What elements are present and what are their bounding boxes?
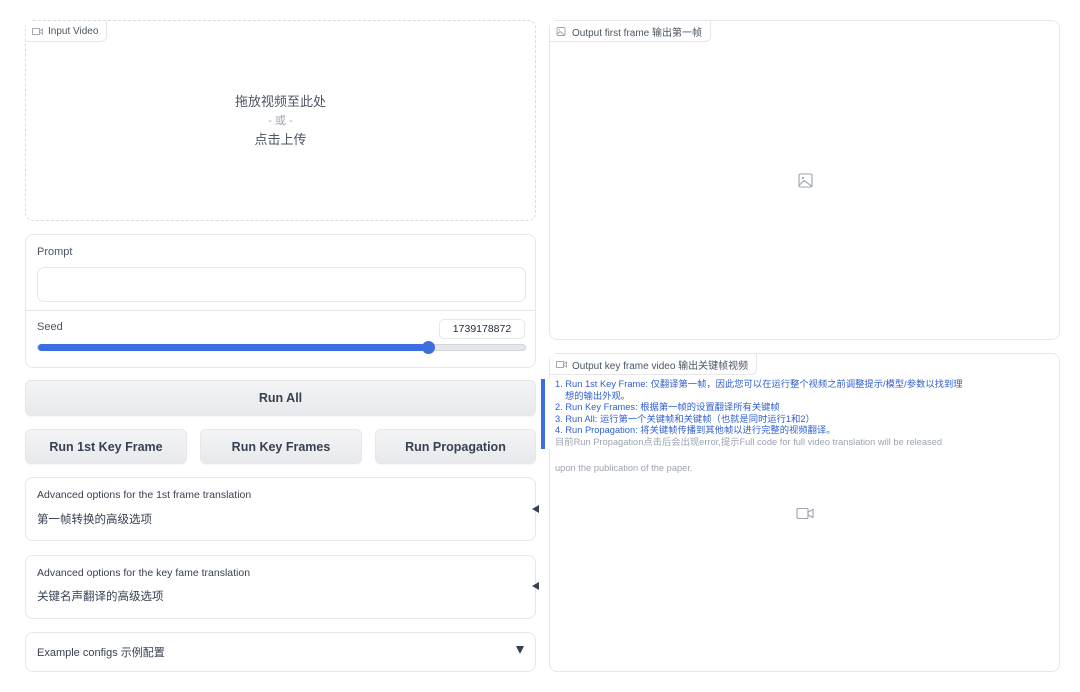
seed-slider-fill bbox=[38, 344, 428, 351]
output-first-frame-panel: Output first frame 输出第一帧 bbox=[549, 20, 1060, 340]
run-propagation-button[interactable]: Run Propagation bbox=[375, 429, 536, 464]
collapse-left-icon[interactable] bbox=[532, 582, 539, 590]
run-key-frames-button[interactable]: Run Key Frames bbox=[200, 429, 362, 464]
seed-number-input[interactable]: 1739178872 bbox=[439, 319, 525, 339]
accordion-example-configs[interactable]: Example configs 示例配置 bbox=[25, 632, 536, 672]
video-icon bbox=[32, 27, 43, 35]
expand-down-icon[interactable] bbox=[516, 646, 524, 654]
note-item: 1. Run 1st Key Frame: 仅翻译第一帧，因此您可以在运行整个视… bbox=[555, 379, 963, 389]
accordion-first-frame-options[interactable]: Advanced options for the 1st frame trans… bbox=[25, 477, 536, 541]
accordion-title: Advanced options for the 1st frame trans… bbox=[37, 489, 252, 501]
video-icon bbox=[556, 360, 567, 368]
accordion-key-frame-options[interactable]: Advanced options for the key fame transl… bbox=[25, 555, 536, 619]
note-warning-continued: upon the publication of the paper. bbox=[555, 463, 693, 473]
input-video-label-text: Input Video bbox=[48, 25, 99, 37]
seed-slider[interactable] bbox=[37, 341, 526, 354]
accordion-title: Example configs 示例配置 bbox=[37, 647, 165, 659]
output-video-label: Output key frame video 输出关键帧视频 bbox=[550, 354, 758, 375]
image-placeholder-icon bbox=[798, 173, 813, 188]
input-video-label: Input Video bbox=[26, 21, 108, 42]
divider bbox=[26, 310, 535, 311]
input-video-dropzone[interactable]: Input Video 拖放视频至此处 - 或 - 点击上传 bbox=[25, 20, 536, 221]
run-all-button[interactable]: Run All bbox=[25, 380, 536, 416]
output-video-label-text: Output key frame video 输出关键帧视频 bbox=[572, 360, 749, 372]
seed-label: Seed bbox=[37, 321, 63, 333]
note-item: 4. Run Propagation: 将关键帧传播到其他帧以进行完整的视频翻译… bbox=[555, 425, 836, 436]
image-icon bbox=[556, 26, 566, 36]
accordion-title: Advanced options for the key fame transl… bbox=[37, 567, 251, 579]
instructions-notes: 1. Run 1st Key Frame: 仅翻译第一帧，因此您可以在运行整个视… bbox=[541, 379, 1011, 449]
note-item: 想的输出外观。 bbox=[565, 390, 631, 401]
accordion-subtitle: 第一帧转换的高级选项 bbox=[37, 514, 152, 526]
prompt-label: Prompt bbox=[37, 246, 73, 258]
accordion-subtitle: 关键名声翻译的高级选项 bbox=[37, 591, 164, 603]
note-warning: 目前Run Propagation点击后会出现error,提示Full code… bbox=[555, 436, 943, 447]
output-first-frame-label-text: Output first frame 输出第一帧 bbox=[572, 27, 703, 39]
output-first-frame-label: Output first frame 输出第一帧 bbox=[550, 21, 712, 42]
or-text: - 或 - bbox=[268, 115, 293, 127]
prompt-seed-block: Prompt Seed 1739178872 bbox=[25, 234, 536, 368]
note-item: 3. Run All: 运行第一个关键帧和关键帧（也就是同时运行1和2） bbox=[555, 413, 815, 424]
drop-text: 拖放视频至此处 bbox=[234, 94, 326, 109]
prompt-input[interactable] bbox=[37, 267, 526, 302]
click-upload-text[interactable]: 点击上传 bbox=[26, 130, 535, 150]
seed-slider-thumb[interactable] bbox=[421, 341, 435, 354]
note-item: 2. Run Key Frames: 根据第一帧的设置翻译所有关键帧 bbox=[555, 402, 780, 413]
video-placeholder-icon bbox=[796, 507, 814, 520]
collapse-left-icon[interactable] bbox=[532, 505, 539, 513]
run-first-key-frame-button[interactable]: Run 1st Key Frame bbox=[25, 429, 187, 464]
